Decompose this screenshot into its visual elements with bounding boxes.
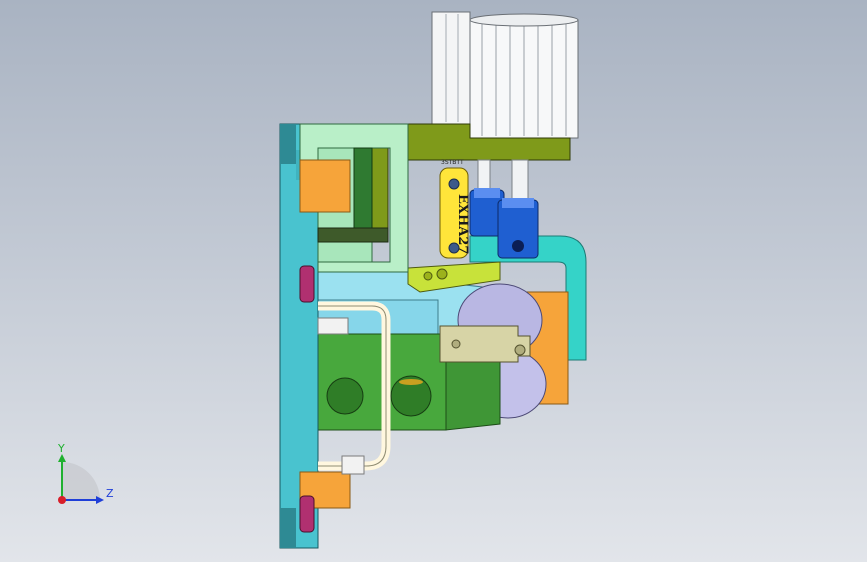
part-label-text: EXHA27: [455, 194, 470, 254]
y-axis-label: Y: [57, 442, 65, 455]
part-label-plate: EXHA27 3STBTT: [439, 159, 470, 259]
air-cylinder[interactable]: [431, 11, 579, 139]
orange-block-top[interactable]: [299, 159, 351, 213]
dark-slider[interactable]: [317, 227, 389, 243]
bore-hole: [326, 377, 364, 415]
dark-green-strip: [353, 147, 373, 229]
z-axis-label: Z: [106, 487, 114, 500]
clamp-block[interactable]: [439, 325, 531, 363]
small-label-text: 3STBTT: [441, 159, 464, 166]
axis-triad: Y Z X: [57, 442, 114, 504]
model-viewport[interactable]: EXHA27 3STBTT: [0, 0, 867, 562]
